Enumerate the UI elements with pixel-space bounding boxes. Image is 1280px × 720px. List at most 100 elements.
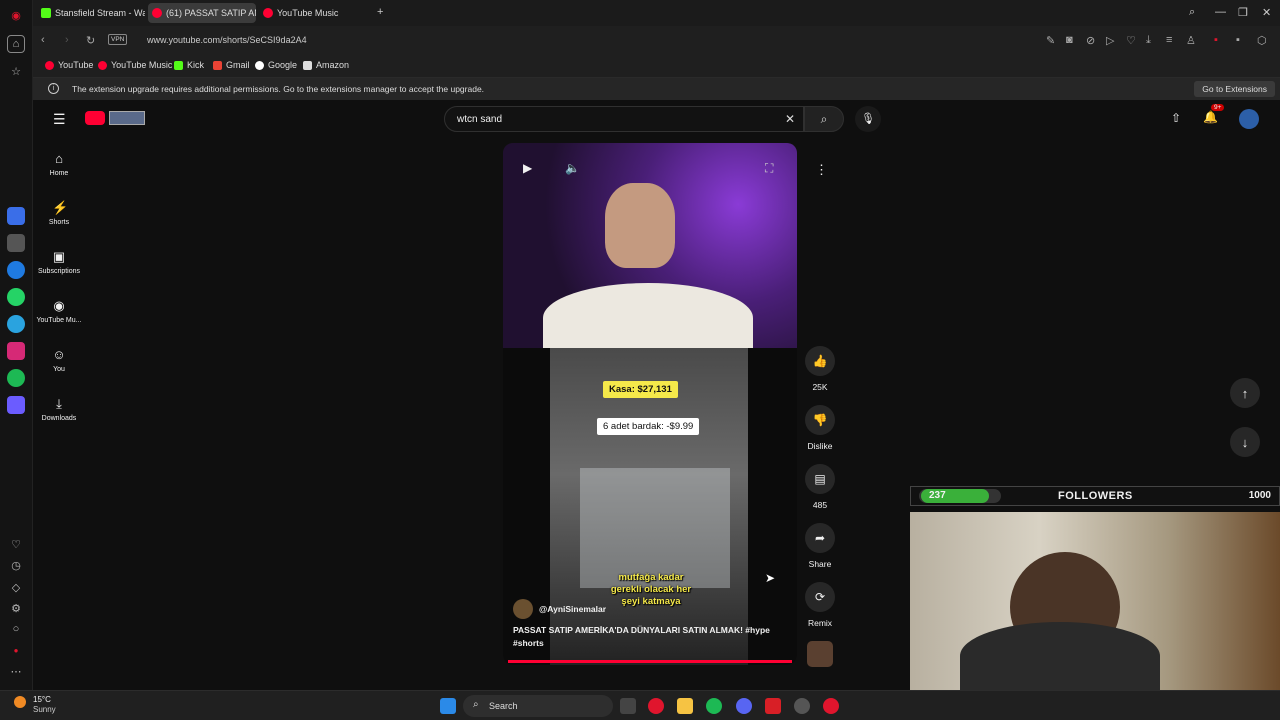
voice-search-button[interactable]: 🎙 (855, 106, 881, 132)
sidebar-item-you[interactable]: ☺ You (33, 348, 85, 374)
search-input[interactable]: wtcn sand (457, 114, 502, 125)
extensions-icon[interactable]: ⬡ (1257, 34, 1267, 47)
app-icon[interactable] (7, 234, 25, 252)
tab-stansfield[interactable]: Stansfield Stream - Watch (37, 3, 145, 23)
sidebar-label: You (53, 366, 65, 373)
task-view-icon[interactable] (620, 698, 636, 714)
vpn-badge[interactable]: VPN (108, 34, 128, 45)
weather-temp[interactable]: 15°C (33, 695, 51, 704)
app-icon[interactable] (765, 698, 781, 714)
tab-youtube-music[interactable]: YouTube Music (259, 3, 359, 23)
progress-bar[interactable] (508, 660, 792, 663)
heart-icon[interactable]: ♡ (7, 535, 25, 553)
more-options-icon[interactable]: ⋮ (815, 162, 828, 178)
next-video-button[interactable]: ↓ (1230, 427, 1260, 457)
bulb-icon[interactable]: ○ (7, 620, 25, 638)
channel-avatar[interactable] (513, 599, 533, 619)
aria-icon[interactable] (7, 207, 25, 225)
new-tab-button[interactable]: + (377, 6, 383, 18)
remix-button[interactable]: ⟳ Remix (805, 582, 835, 628)
dislike-button[interactable]: 👎 Dislike (805, 405, 835, 451)
whatsapp-icon[interactable] (7, 288, 25, 306)
spotify-icon[interactable] (7, 369, 25, 387)
volume-icon[interactable]: 🔈 (565, 161, 580, 175)
sidebar-item-home[interactable]: ⌂ Home (33, 152, 85, 178)
share-button[interactable]: ➦ Share (805, 523, 835, 569)
weather-desc[interactable]: Sunny (33, 705, 56, 714)
search-tabs-icon[interactable]: ⌕ (1189, 6, 1195, 19)
clear-search-icon[interactable]: ✕ (785, 112, 795, 126)
search-icon: ⌕ (820, 112, 828, 126)
opera-logo-icon[interactable]: ◉ (7, 6, 25, 24)
youtube-logo-icon[interactable] (85, 111, 105, 125)
upload-icon[interactable]: ⇧ (1171, 111, 1181, 125)
windows-start-icon[interactable] (440, 698, 456, 714)
adblock-icon[interactable]: ⊘ (1086, 34, 1095, 47)
camera-icon[interactable]: ◙ (1066, 34, 1073, 46)
search-box[interactable]: wtcn sand ✕ (444, 106, 804, 132)
discord-icon[interactable] (736, 698, 752, 714)
restore-button[interactable]: ❐ (1238, 6, 1248, 19)
opera-gx-icon[interactable] (823, 698, 839, 714)
bookmark-kick[interactable]: Kick (174, 60, 204, 70)
messenger-icon[interactable] (7, 261, 25, 279)
bookmark-google[interactable]: Google (255, 60, 297, 70)
bookmark-gmail[interactable]: Gmail (213, 60, 250, 70)
opera-icon[interactable] (648, 698, 664, 714)
taskbar-search[interactable]: ⌕ Search (463, 695, 613, 717)
hamburger-menu-icon[interactable]: ☰ (53, 111, 66, 128)
shorts-video-player[interactable]: ▶ 🔈 ⛶ Kasa: $27,131 6 adet bardak: -$9.9… (503, 143, 797, 665)
tab-youtube-shorts[interactable]: (61) PASSAT SATIP AMERİKA (148, 3, 256, 23)
home-icon[interactable]: ⌂ (7, 35, 25, 53)
sidebar-item-music[interactable]: ◉ YouTube Mu... (33, 299, 85, 325)
extension-icon[interactable]: ▪ (1236, 34, 1240, 46)
notifications-icon[interactable]: 🔔 (1203, 110, 1218, 124)
youtube-logo-badge[interactable] (109, 111, 145, 125)
sidebar-item-downloads[interactable]: ⤓ Downloads (33, 397, 85, 423)
reload-icon[interactable]: ↻ (86, 34, 95, 47)
sound-avatar[interactable] (807, 641, 833, 667)
bookmark-amazon[interactable]: Amazon (303, 60, 349, 70)
go-to-extensions-button[interactable]: Go to Extensions (1194, 81, 1275, 97)
spotify-icon[interactable] (706, 698, 722, 714)
player-icon[interactable] (7, 396, 25, 414)
profile-icon[interactable]: ♙ (1186, 34, 1196, 47)
star-icon[interactable]: ☆ (7, 62, 25, 80)
shorts-icon: ⚡ (52, 200, 69, 215)
previous-video-button[interactable]: ↑ (1230, 378, 1260, 408)
url-field[interactable]: www.youtube.com/shorts/SeCSI9da2A4 (147, 35, 307, 45)
minimize-button[interactable]: — (1215, 6, 1226, 18)
play-icon[interactable]: ▷ (1106, 34, 1114, 47)
avatar[interactable] (1239, 109, 1259, 129)
search-button[interactable]: ⌕ (804, 106, 844, 132)
edit-icon[interactable]: ✎ (1046, 34, 1055, 47)
bookmark-youtube-music[interactable]: YouTube Music (98, 60, 172, 70)
comments-button[interactable]: ▤ 485 (805, 464, 835, 510)
box-icon[interactable]: ◇ (7, 578, 25, 596)
channel-name[interactable]: @AyniSinemalar (539, 604, 606, 614)
bookmark-youtube[interactable]: YouTube (45, 60, 93, 70)
forward-icon[interactable]: › (65, 34, 69, 46)
telegram-icon[interactable] (7, 315, 25, 333)
extension-icon[interactable]: ▪ (1214, 34, 1218, 46)
settings-icon[interactable]: ⚙ (7, 599, 25, 617)
download-icon[interactable]: ⤓ (1146, 34, 1151, 47)
menu-icon[interactable]: ≡ (1166, 34, 1172, 46)
file-explorer-icon[interactable] (677, 698, 693, 714)
windows-taskbar: 15°C Sunny ⌕ Search (0, 690, 1280, 720)
like-button[interactable]: 👍 25K (805, 346, 835, 392)
weather-icon[interactable] (14, 696, 26, 708)
play-icon[interactable]: ▶ (523, 161, 532, 175)
close-window-button[interactable]: ✕ (1262, 6, 1271, 19)
heart-icon[interactable]: ♡ (1126, 34, 1136, 47)
more-icon[interactable]: ⋯ (7, 662, 25, 680)
sidebar-item-subscriptions[interactable]: ▣ Subscriptions (33, 250, 85, 276)
instagram-icon[interactable] (7, 342, 25, 360)
history-icon[interactable]: ◷ (7, 556, 25, 574)
extension-icon[interactable]: ● (7, 641, 25, 659)
fullscreen-icon[interactable]: ⛶ (765, 161, 773, 176)
back-icon[interactable]: ‹ (41, 34, 45, 46)
sidebar-item-shorts[interactable]: ⚡ Shorts (33, 200, 85, 227)
bookmark-label: Kick (187, 60, 205, 70)
settings-icon[interactable] (794, 698, 810, 714)
